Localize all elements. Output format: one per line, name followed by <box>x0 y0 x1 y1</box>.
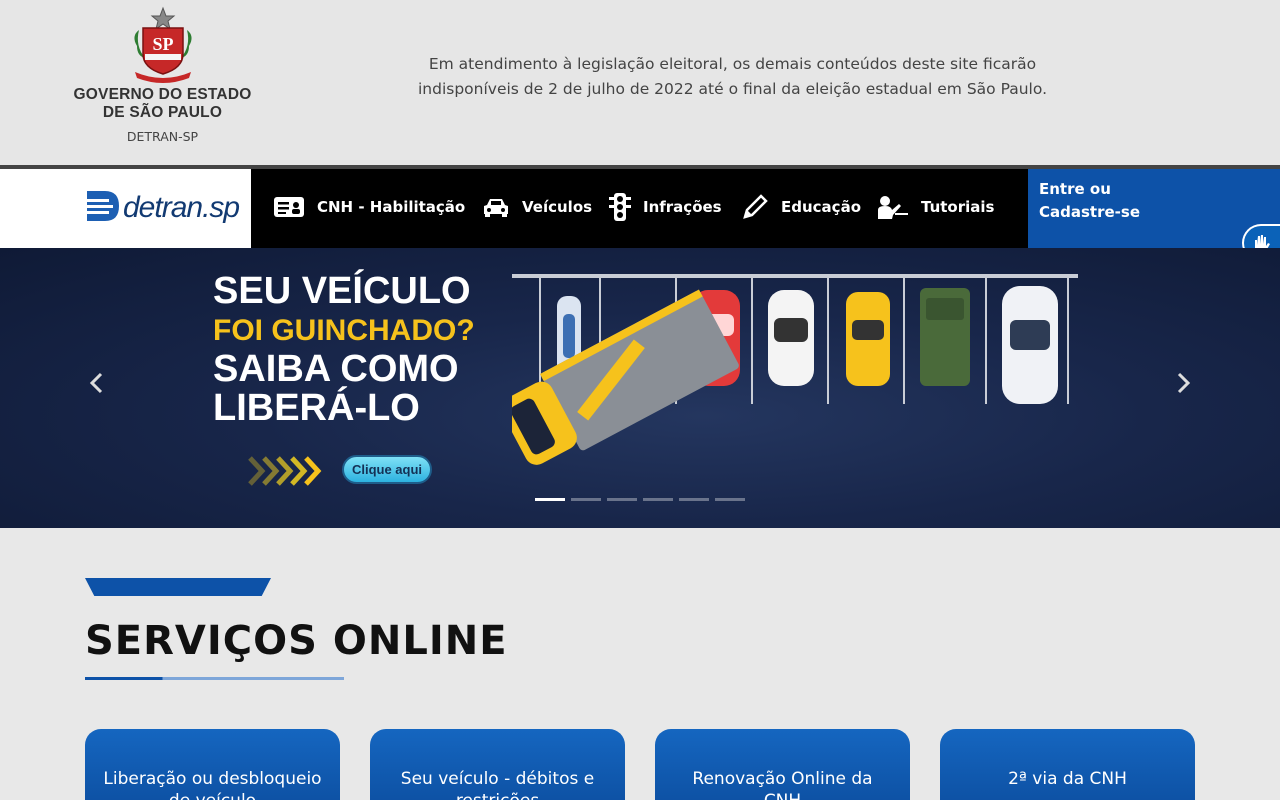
government-logo[interactable]: SP GOVERNO DO ESTADO DE SÃO PAULO DETRAN… <box>60 6 265 156</box>
carousel-next-button[interactable] <box>1176 368 1192 403</box>
detran-brand-link[interactable]: detran.sp <box>0 169 251 248</box>
detran-logo-icon <box>83 191 119 221</box>
carousel-dot[interactable] <box>679 498 709 501</box>
headline-line1: SEU VEÍCULO <box>213 270 471 312</box>
chevron-left-icon <box>89 372 103 394</box>
traffic-light-icon <box>609 192 631 222</box>
government-name-line1: GOVERNO DO ESTADO <box>73 86 252 103</box>
services-section-title: SERVIÇOS ONLINE <box>85 618 508 664</box>
carousel-dot[interactable] <box>571 498 601 501</box>
carousel-indicators <box>535 498 745 501</box>
service-card-label: Liberação ou desbloqueio de veículo <box>103 769 322 800</box>
nav-label-tutoriais: Tutoriais <box>921 198 995 216</box>
svg-text:SP: SP <box>152 34 173 54</box>
click-here-button[interactable]: Clique aqui <box>342 455 432 484</box>
nav-item-veiculos[interactable]: Veículos <box>482 189 592 225</box>
chevron-right-icon <box>1177 372 1191 394</box>
slide-headline[interactable]: SEU VEÍCULO FOI GUINCHADO? SAIBA COMO LI… <box>213 272 475 428</box>
double-chevron-arrows-icon <box>248 456 322 486</box>
carousel-dot[interactable] <box>715 498 745 501</box>
carousel-dot[interactable] <box>607 498 637 501</box>
car-icon <box>482 196 510 218</box>
nav-item-infracoes[interactable]: Infrações <box>609 189 722 225</box>
headline-line4: LIBERÁ-LO <box>213 387 420 429</box>
login-line1: Entre ou <box>1039 180 1111 198</box>
teacher-icon <box>877 194 909 220</box>
main-navigation: detran.sp CNH - Habilitação Veículos Inf… <box>0 169 1280 248</box>
id-card-icon <box>273 196 305 218</box>
nav-item-cnh[interactable]: CNH - Habilitação <box>273 189 465 225</box>
carousel-dot[interactable] <box>643 498 673 501</box>
government-header: SP GOVERNO DO ESTADO DE SÃO PAULO DETRAN… <box>0 0 1280 165</box>
nav-item-educacao[interactable]: Educação <box>741 189 861 225</box>
government-name-line2: DE SÃO PAULO <box>102 104 223 121</box>
nav-label-veiculos: Veículos <box>522 198 593 216</box>
detran-label: DETRAN-SP <box>126 129 199 144</box>
electoral-notice: Em atendimento à legislação eleitoral, o… <box>400 52 1065 102</box>
nav-item-tutoriais[interactable]: Tutoriais <box>877 189 994 225</box>
notice-line2: indisponíveis de 2 de julho de 2022 até … <box>417 80 1047 98</box>
service-card-vehicle-debts[interactable]: Seu veículo - débitos e restrições <box>370 729 625 800</box>
section-title-underline <box>85 677 344 680</box>
section-accent-bar <box>85 578 271 596</box>
carousel-dot[interactable] <box>535 498 565 501</box>
service-card-cnh-renewal[interactable]: Renovação Online da CNH <box>655 729 910 800</box>
service-card-label: Seu veículo - débitos e restrições <box>400 769 595 800</box>
service-card-label: Renovação Online da CNH <box>692 769 873 800</box>
sao-paulo-coat-of-arms-icon: SP <box>133 6 192 83</box>
service-card-cnh-second-copy[interactable]: 2ª via da CNH <box>940 729 1195 800</box>
service-card-vehicle-release[interactable]: Liberação ou desbloqueio de veículo <box>85 729 340 800</box>
pencil-icon <box>741 193 769 221</box>
detran-brand-text: detran.sp <box>123 191 240 224</box>
service-card-label: 2ª via da CNH <box>1008 769 1127 789</box>
login-line2: Cadastre-se <box>1039 203 1140 221</box>
nav-label-educacao: Educação <box>781 198 861 216</box>
nav-label-infracoes: Infrações <box>643 198 722 216</box>
headline-line2: FOI GUINCHADO? <box>213 314 475 347</box>
carousel-prev-button[interactable] <box>88 368 104 403</box>
tow-truck-parking-illustration <box>512 274 1078 465</box>
headline-line3: SAIBA COMO <box>213 348 459 390</box>
hero-carousel: SEU VEÍCULO FOI GUINCHADO? SAIBA COMO LI… <box>0 248 1280 528</box>
nav-label-cnh: CNH - Habilitação <box>317 198 466 216</box>
notice-line1: Em atendimento à legislação eleitoral, o… <box>428 55 1037 73</box>
